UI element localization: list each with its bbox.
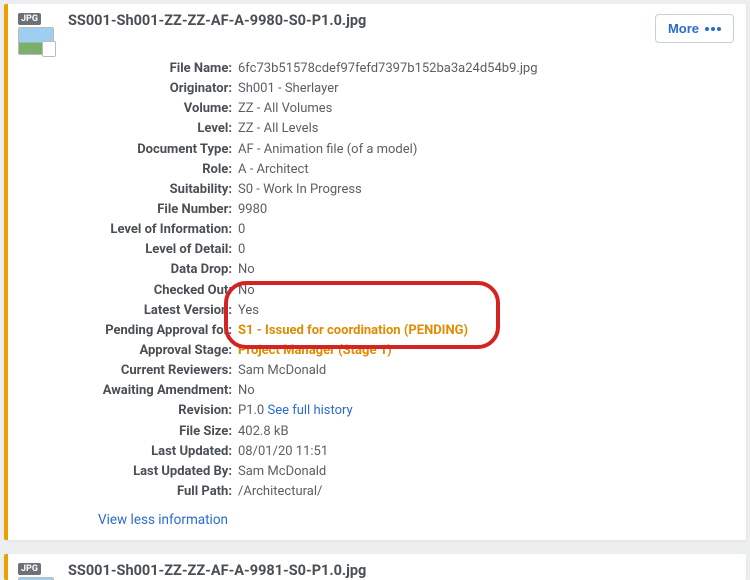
meta-label: Originator: <box>68 79 238 99</box>
meta-value: No <box>238 281 736 301</box>
file-title[interactable]: SS001-Sh001-ZZ-ZZ-AF-A-9980-S0-P1.0.jpg <box>68 12 366 29</box>
meta-label: Latest Version: <box>68 301 238 321</box>
meta-row: File Number:9980 <box>68 200 736 220</box>
meta-row: Suitability:S0 - Work In Progress <box>68 180 736 200</box>
meta-value: Sam McDonald <box>238 462 736 482</box>
meta-value: 402.8 kB <box>238 422 736 442</box>
meta-row: Volume:ZZ - All Volumes <box>68 99 736 119</box>
file-ext-badge: JPG <box>18 563 41 575</box>
meta-value: /Architectural/ <box>238 482 736 502</box>
meta-row: Pending Approval for:S1 - Issued for coo… <box>68 321 736 341</box>
meta-label: Full Path: <box>68 482 238 502</box>
card-header: JPG SS001-Sh001-ZZ-ZZ-AF-A-9980-S0-P1.0.… <box>18 10 736 55</box>
meta-label: Volume: <box>68 99 238 119</box>
view-less-row: View less information <box>98 512 736 528</box>
meta-label: Current Reviewers: <box>68 361 238 381</box>
meta-value: ZZ - All Levels <box>238 119 736 139</box>
view-less-link[interactable]: View less information <box>98 512 228 528</box>
file-thumbnail[interactable]: JPG <box>18 560 58 580</box>
meta-label: Pending Approval for: <box>68 321 238 341</box>
meta-row: Data Drop:No <box>68 260 736 280</box>
meta-row: Document Type:AF - Animation file (of a … <box>68 140 736 160</box>
image-preview-icon <box>18 27 54 55</box>
meta-row: Originator:Sh001 - Sherlayer <box>68 79 736 99</box>
file-title[interactable]: SS001-Sh001-ZZ-ZZ-AF-A-9981-S0-P1.0.jpg <box>68 562 366 579</box>
meta-label: Revision: <box>68 401 238 421</box>
meta-value: Sam McDonald <box>238 361 736 381</box>
more-button[interactable]: More <box>655 14 734 43</box>
file-metadata: File Name:6fc73b51578cdef97fefd7397b152b… <box>68 59 736 502</box>
meta-row: Level of Information:0 <box>68 220 736 240</box>
file-thumbnail[interactable]: JPG <box>18 10 58 55</box>
meta-label: Level of Detail: <box>68 240 238 260</box>
meta-row: Current Reviewers:Sam McDonald <box>68 361 736 381</box>
meta-row: Last Updated By:Sam McDonald <box>68 462 736 482</box>
meta-label: File Name: <box>68 59 238 79</box>
meta-value: A - Architect <box>238 160 736 180</box>
file-card: JPG SS001-Sh001-ZZ-ZZ-AF-A-9981-S0-P1.0.… <box>4 554 746 580</box>
card-header: JPG SS001-Sh001-ZZ-ZZ-AF-A-9981-S0-P1.0.… <box>18 560 736 580</box>
meta-value: 0 <box>238 220 736 240</box>
file-card: JPG SS001-Sh001-ZZ-ZZ-AF-A-9980-S0-P1.0.… <box>4 4 746 540</box>
meta-value: No <box>238 260 736 280</box>
meta-value: S1 - Issued for coordination (PENDING) <box>238 321 736 341</box>
meta-value: Project Manager (Stage 1) <box>238 341 736 361</box>
meta-label: File Size: <box>68 422 238 442</box>
meta-row: Level of Detail:0 <box>68 240 736 260</box>
meta-row: Revision:P1.0 See full history <box>68 401 736 421</box>
meta-label: Approval Stage: <box>68 341 238 361</box>
meta-row: File Name:6fc73b51578cdef97fefd7397b152b… <box>68 59 736 79</box>
meta-value: Yes <box>238 301 736 321</box>
meta-label: Last Updated: <box>68 442 238 462</box>
more-button-label: More <box>668 21 699 36</box>
meta-label: Checked Out: <box>68 281 238 301</box>
meta-label: Data Drop: <box>68 260 238 280</box>
meta-label: Role: <box>68 160 238 180</box>
meta-row: Last Updated:08/01/20 11:51 <box>68 442 736 462</box>
meta-value: P1.0 See full history <box>238 401 736 421</box>
meta-label: File Number: <box>68 200 238 220</box>
meta-value: 08/01/20 11:51 <box>238 442 736 462</box>
meta-row: Approval Stage:Project Manager (Stage 1) <box>68 341 736 361</box>
meta-value: 0 <box>238 240 736 260</box>
meta-value: No <box>238 381 736 401</box>
meta-row: Latest Version:Yes <box>68 301 736 321</box>
ellipsis-icon <box>705 27 721 31</box>
meta-value: 6fc73b51578cdef97fefd7397b152ba3a24d54b9… <box>238 59 736 79</box>
meta-label: Level of Information: <box>68 220 238 240</box>
file-ext-badge: JPG <box>18 13 41 25</box>
meta-value: Sh001 - Sherlayer <box>238 79 736 99</box>
meta-label: Last Updated By: <box>68 462 238 482</box>
meta-label: Document Type: <box>68 140 238 160</box>
meta-value: S0 - Work In Progress <box>238 180 736 200</box>
meta-row: File Size:402.8 kB <box>68 422 736 442</box>
meta-row: Full Path:/Architectural/ <box>68 482 736 502</box>
meta-label: Level: <box>68 119 238 139</box>
meta-row: Role:A - Architect <box>68 160 736 180</box>
meta-row: Awaiting Amendment:No <box>68 381 736 401</box>
meta-label: Awaiting Amendment: <box>68 381 238 401</box>
meta-label: Suitability: <box>68 180 238 200</box>
see-full-history-link[interactable]: See full history <box>267 403 352 418</box>
meta-row: Checked Out:No <box>68 281 736 301</box>
meta-value: ZZ - All Volumes <box>238 99 736 119</box>
meta-row: Level:ZZ - All Levels <box>68 119 736 139</box>
meta-value: 9980 <box>238 200 736 220</box>
meta-value: AF - Animation file (of a model) <box>238 140 736 160</box>
